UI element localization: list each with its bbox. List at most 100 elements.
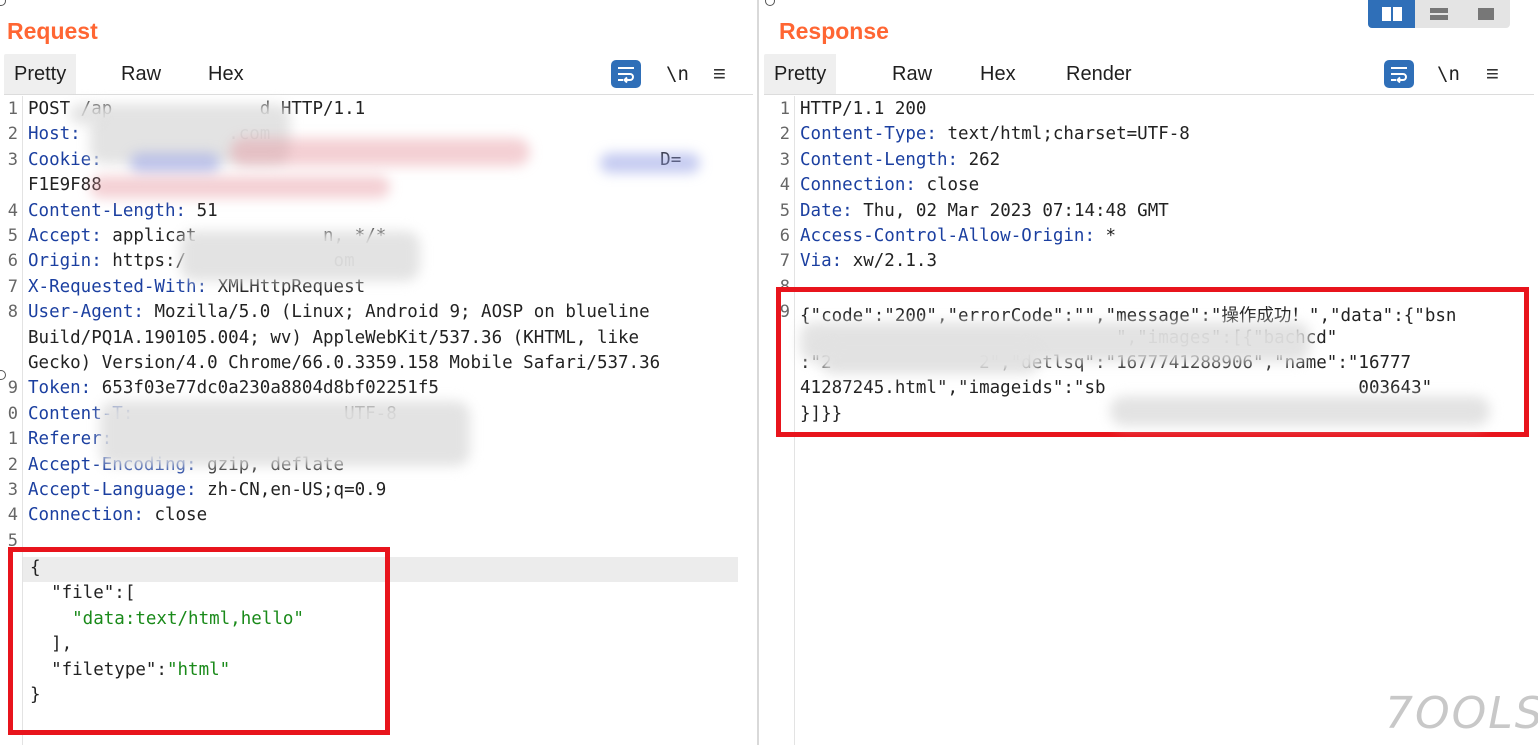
line-number: 2 — [7, 124, 18, 145]
header-key: Accept-Language: — [28, 480, 197, 500]
response-tab-pretty[interactable]: Pretty — [764, 54, 837, 94]
line-number: 1 — [7, 99, 18, 119]
line-number: 1 — [7, 429, 18, 450]
newline-toggle[interactable]: \n — [666, 60, 689, 90]
request-tab-raw[interactable]: Raw — [121, 54, 161, 94]
code-line: Access-Control-Allow-Origin: * — [800, 226, 1116, 246]
response-editor[interactable]: 1 HTTP/1.1 200 2 Content-Type: text/html;ch… — [760, 96, 1538, 745]
code-line: Build/PQ1A.190105.004; wv) AppleWebKit/5… — [28, 328, 639, 348]
line-number: 3 — [7, 480, 18, 500]
header-key: Token: — [28, 378, 92, 399]
code-line: HTTP/1.1 200 — [800, 99, 926, 119]
header-value: xw/2.1.3 — [842, 251, 937, 272]
header-value: close — [915, 175, 980, 196]
header-value: close — [143, 505, 208, 526]
redaction-blur — [230, 138, 530, 166]
header-value: 653f03e77dc0a230a8804d8bf02251f5 — [91, 378, 439, 399]
response-title: Response — [779, 18, 889, 44]
header-key: Date: — [800, 200, 853, 221]
response-tab-hex[interactable]: Hex — [980, 54, 1016, 94]
newline-toggle[interactable]: \n — [1437, 60, 1460, 90]
word-wrap-icon[interactable] — [611, 60, 641, 88]
header-key: Host: — [28, 124, 81, 145]
response-tabbar: Pretty Raw Hex Render \n ≡ — [764, 54, 1534, 95]
word-wrap-icon[interactable] — [1384, 60, 1414, 88]
response-tab-render[interactable]: Render — [1066, 54, 1132, 94]
header-key: Accept: — [28, 226, 102, 246]
redaction-blur — [1110, 396, 1490, 426]
request-tabbar: Pretty Raw Hex \n ≡ — [4, 54, 753, 95]
header-key: User-Agent: — [28, 302, 144, 323]
hamburger-menu-icon[interactable]: ≡ — [1486, 60, 1499, 90]
line-number: 2 — [7, 454, 18, 475]
code-line: Connection: close — [800, 175, 979, 195]
header-value: zh-CN,en-US;q=0.9 — [196, 480, 387, 500]
header-value: Gecko) Version/4.0 Chrome/66.0.3359.158 … — [28, 353, 661, 373]
redaction-blur — [70, 104, 100, 124]
request-panel: Request Pretty Raw Hex \n ≡ 1POST /ap d … — [0, 0, 759, 745]
header-key: Via: — [800, 251, 843, 272]
line-number: 6 — [779, 226, 790, 246]
line-number: 3 — [7, 149, 18, 170]
header-value: text/html;charset=UTF-8 — [936, 124, 1190, 145]
line-number: 7 — [779, 251, 790, 272]
line-number: 5 — [7, 226, 18, 246]
line-number: 0 — [7, 403, 18, 424]
line-number: 4 — [7, 505, 18, 526]
code-line: Accept-Language: zh-CN,en-US;q=0.9 — [28, 480, 386, 500]
line-number: 9 — [7, 378, 18, 399]
header-value: Thu, 02 Mar 2023 07:14:48 GMT — [852, 200, 1169, 221]
code-line: Content-Length: 51 — [28, 201, 218, 221]
request-tab-pretty[interactable]: Pretty — [4, 54, 77, 94]
redaction-blur — [600, 153, 700, 173]
redaction-blur — [100, 401, 470, 466]
header-key: Access-Control-Allow-Origin: — [800, 226, 1096, 246]
request-editor[interactable]: 1POST /ap d HTTP/1.12Host: .com3Cookie: … — [0, 96, 757, 745]
line-number: 4 — [779, 175, 790, 196]
line-number: 7 — [7, 276, 18, 297]
header-value: Build/PQ1A.190105.004; wv) AppleWebKit/5… — [28, 327, 640, 348]
code-line: Token: 653f03e77dc0a230a8804d8bf02251f5 — [28, 378, 439, 398]
header-key: Origin: — [28, 251, 102, 272]
line-number: 8 — [7, 302, 18, 323]
header-key: X-Requested-With: — [28, 276, 208, 297]
header-key: Content-Length: — [28, 200, 187, 221]
line-number: 3 — [779, 149, 790, 170]
line-number: 5 — [779, 200, 790, 221]
response-tab-raw[interactable]: Raw — [892, 54, 932, 94]
line-number: 2 — [779, 124, 790, 145]
code-line: Connection: close — [28, 505, 207, 525]
line-number: 4 — [7, 200, 18, 221]
header-key: Connection: — [800, 175, 916, 196]
header-value: * — [1095, 226, 1117, 246]
redaction-blur — [820, 346, 1040, 374]
header-key: Content-Type: — [800, 124, 937, 145]
line-number: 6 — [7, 251, 18, 272]
request-tab-hex[interactable]: Hex — [208, 54, 244, 94]
header-key: Content-Length: — [800, 149, 959, 170]
header-value: 262 — [958, 149, 1001, 170]
split-rows-icon[interactable] — [1415, 0, 1462, 28]
split-columns-icon[interactable] — [1368, 0, 1416, 28]
header-key: Connection: — [28, 505, 144, 526]
code-line: Date: Thu, 02 Mar 2023 07:14:48 GMT — [800, 201, 1169, 221]
redaction-blur — [180, 231, 420, 281]
redaction-blur — [90, 176, 390, 198]
watermark-logo: 7OOLS — [1385, 688, 1538, 739]
highlight-box — [8, 547, 390, 735]
code-line: Gecko) Version/4.0 Chrome/66.0.3359.158 … — [28, 353, 660, 373]
code-line: User-Agent: Mozilla/5.0 (Linux; Android … — [28, 302, 650, 322]
header-value: Mozilla/5.0 (Linux; Android 9; AOSP on b… — [143, 302, 650, 323]
hamburger-menu-icon[interactable]: ≡ — [713, 60, 726, 90]
redaction-blur — [130, 153, 220, 173]
single-view-icon[interactable] — [1463, 0, 1510, 28]
line-number: 1 — [779, 99, 790, 119]
response-panel: Response Pretty Raw Hex Render \n ≡ 1 HTT… — [760, 0, 1538, 745]
layout-toggle — [1368, 0, 1510, 28]
request-title: Request — [7, 18, 98, 44]
header-value: HTTP/1.1 200 — [800, 99, 927, 119]
header-value: 51 — [186, 200, 218, 221]
code-line: Content-Length: 262 — [800, 150, 1000, 170]
code-line: Content-Type: text/html;charset=UTF-8 — [800, 124, 1190, 144]
code-line: Via: xw/2.1.3 — [800, 251, 937, 271]
